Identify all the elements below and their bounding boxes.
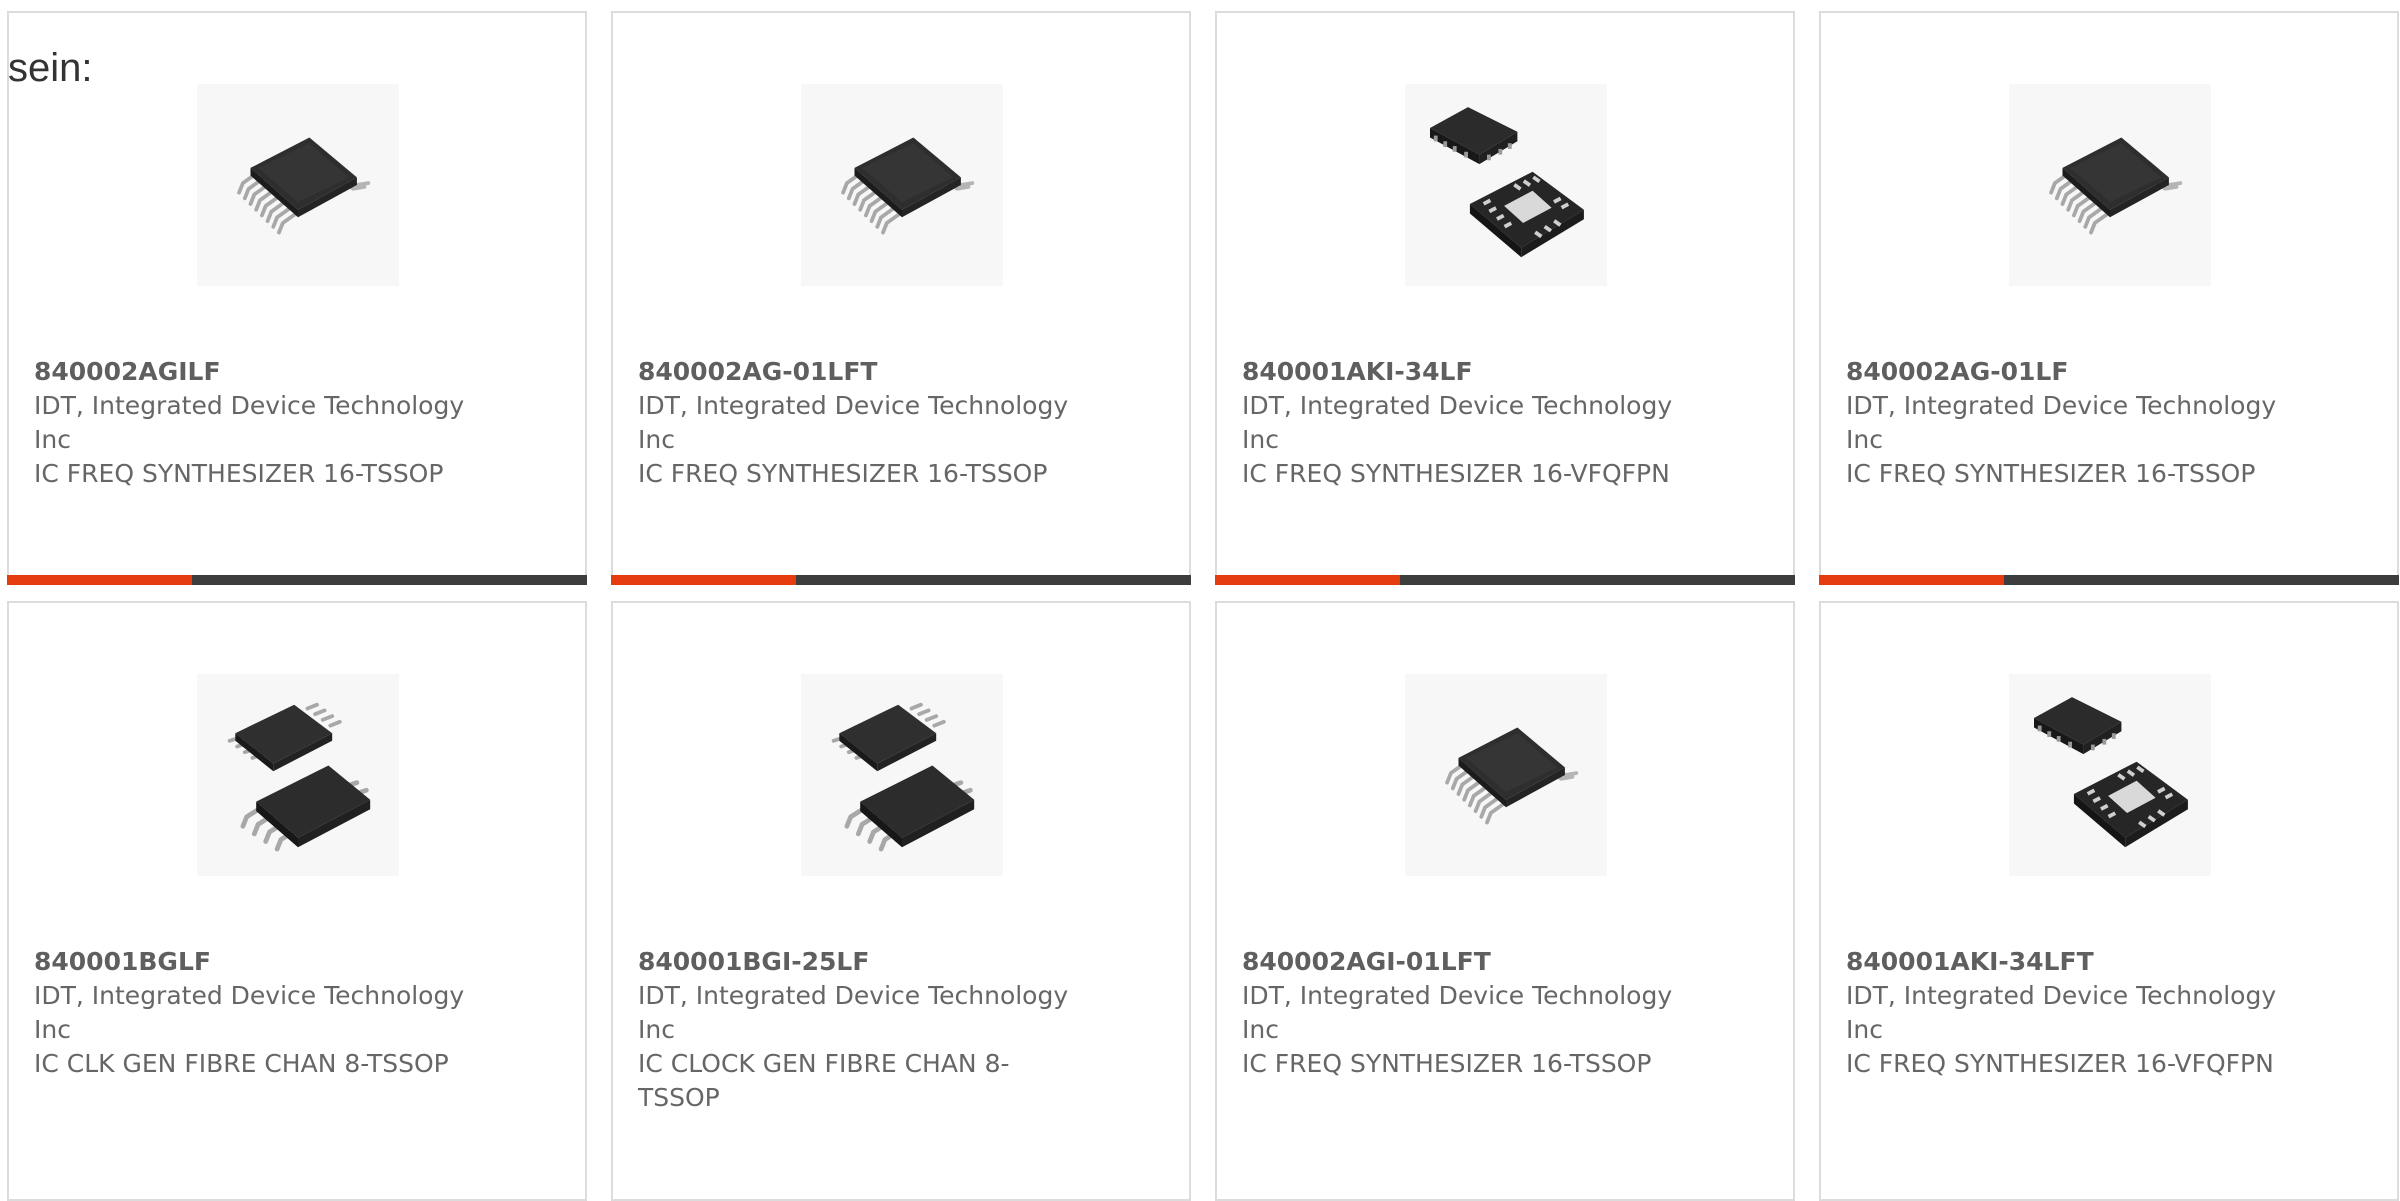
manufacturer-name: IDT, Integrated Device Technology Inc bbox=[34, 981, 465, 1044]
tssop-16-package-icon bbox=[1411, 680, 1601, 870]
tssop-16-package-icon bbox=[807, 90, 997, 280]
tssop-16-package-image[interactable] bbox=[2009, 84, 2211, 286]
accent-highlight bbox=[1215, 575, 1400, 585]
vfqfpn-16-package-icon bbox=[2015, 680, 2205, 870]
product-description: IC CLK GEN FIBRE CHAN 8-TSSOP bbox=[34, 1049, 449, 1078]
product-info: 840002AG-01LF IDT, Integrated Device Tec… bbox=[1846, 355, 2286, 491]
tssop-16-package-image[interactable] bbox=[1405, 674, 1607, 876]
tssop-8-package-icon bbox=[807, 680, 997, 870]
product-card[interactable]: 840002AG-01LF IDT, Integrated Device Tec… bbox=[1819, 11, 2399, 585]
product-info: 840002AG-01LFT IDT, Integrated Device Te… bbox=[638, 355, 1078, 491]
tssop-16-package-icon bbox=[203, 90, 393, 280]
manufacturer-name: IDT, Integrated Device Technology Inc bbox=[1242, 391, 1673, 454]
vfqfpn-16-package-image[interactable] bbox=[2009, 674, 2211, 876]
manufacturer-name: IDT, Integrated Device Technology Inc bbox=[638, 981, 1069, 1044]
card-accent-bar bbox=[1215, 575, 1795, 585]
card-accent-bar bbox=[1819, 575, 2399, 585]
product-card[interactable]: 840001BGLF IDT, Integrated Device Techno… bbox=[7, 601, 587, 1201]
product-description: IC FREQ SYNTHESIZER 16-VFQFPN bbox=[1846, 1049, 2274, 1078]
product-description: IC FREQ SYNTHESIZER 16-TSSOP bbox=[34, 459, 444, 488]
product-card[interactable]: 840002AGILF IDT, Integrated Device Techn… bbox=[7, 11, 587, 585]
tssop-8-package-image[interactable] bbox=[197, 674, 399, 876]
intro-text: sein: bbox=[8, 46, 93, 90]
product-card[interactable]: 840002AGI-01LFT IDT, Integrated Device T… bbox=[1215, 601, 1795, 1201]
product-info: 840001AKI-34LFT IDT, Integrated Device T… bbox=[1846, 945, 2286, 1081]
manufacturer-name: IDT, Integrated Device Technology Inc bbox=[1846, 981, 2277, 1044]
manufacturer-name: IDT, Integrated Device Technology Inc bbox=[638, 391, 1069, 454]
product-card[interactable]: 840001AKI-34LFT IDT, Integrated Device T… bbox=[1819, 601, 2399, 1201]
tssop-16-package-image[interactable] bbox=[801, 84, 1003, 286]
card-accent-bar bbox=[7, 575, 587, 585]
product-info: 840002AGILF IDT, Integrated Device Techn… bbox=[34, 355, 474, 491]
part-number-link[interactable]: 840002AGILF bbox=[34, 355, 474, 389]
product-description: IC FREQ SYNTHESIZER 16-TSSOP bbox=[638, 459, 1048, 488]
tssop-16-package-icon bbox=[2015, 90, 2205, 280]
product-description: IC FREQ SYNTHESIZER 16-VFQFPN bbox=[1242, 459, 1670, 488]
product-description: IC CLOCK GEN FIBRE CHAN 8-TSSOP bbox=[638, 1049, 1010, 1112]
part-number-link[interactable]: 840001BGLF bbox=[34, 945, 474, 979]
product-description: IC FREQ SYNTHESIZER 16-TSSOP bbox=[1242, 1049, 1652, 1078]
tssop-16-package-image[interactable] bbox=[197, 84, 399, 286]
manufacturer-name: IDT, Integrated Device Technology Inc bbox=[1242, 981, 1673, 1044]
part-number-link[interactable]: 840001AKI-34LFT bbox=[1846, 945, 2286, 979]
part-number-link[interactable]: 840002AG-01LF bbox=[1846, 355, 2286, 389]
product-card[interactable]: 840001BGI-25LF IDT, Integrated Device Te… bbox=[611, 601, 1191, 1201]
product-info: 840001AKI-34LF IDT, Integrated Device Te… bbox=[1242, 355, 1682, 491]
manufacturer-name: IDT, Integrated Device Technology Inc bbox=[34, 391, 465, 454]
product-info: 840002AGI-01LFT IDT, Integrated Device T… bbox=[1242, 945, 1682, 1081]
part-number-link[interactable]: 840001BGI-25LF bbox=[638, 945, 1078, 979]
part-number-link[interactable]: 840002AGI-01LFT bbox=[1242, 945, 1682, 979]
product-info: 840001BGI-25LF IDT, Integrated Device Te… bbox=[638, 945, 1078, 1115]
tssop-8-package-icon bbox=[203, 680, 393, 870]
vfqfpn-16-package-icon bbox=[1411, 90, 1601, 280]
accent-highlight bbox=[1819, 575, 2004, 585]
product-description: IC FREQ SYNTHESIZER 16-TSSOP bbox=[1846, 459, 2256, 488]
vfqfpn-16-package-image[interactable] bbox=[1405, 84, 1607, 286]
product-card[interactable]: 840001AKI-34LF IDT, Integrated Device Te… bbox=[1215, 11, 1795, 585]
accent-highlight bbox=[611, 575, 796, 585]
accent-highlight bbox=[7, 575, 192, 585]
product-info: 840001BGLF IDT, Integrated Device Techno… bbox=[34, 945, 474, 1081]
part-number-link[interactable]: 840001AKI-34LF bbox=[1242, 355, 1682, 389]
product-card[interactable]: 840002AG-01LFT IDT, Integrated Device Te… bbox=[611, 11, 1191, 585]
part-number-link[interactable]: 840002AG-01LFT bbox=[638, 355, 1078, 389]
manufacturer-name: IDT, Integrated Device Technology Inc bbox=[1846, 391, 2277, 454]
card-accent-bar bbox=[611, 575, 1191, 585]
tssop-8-package-image[interactable] bbox=[801, 674, 1003, 876]
